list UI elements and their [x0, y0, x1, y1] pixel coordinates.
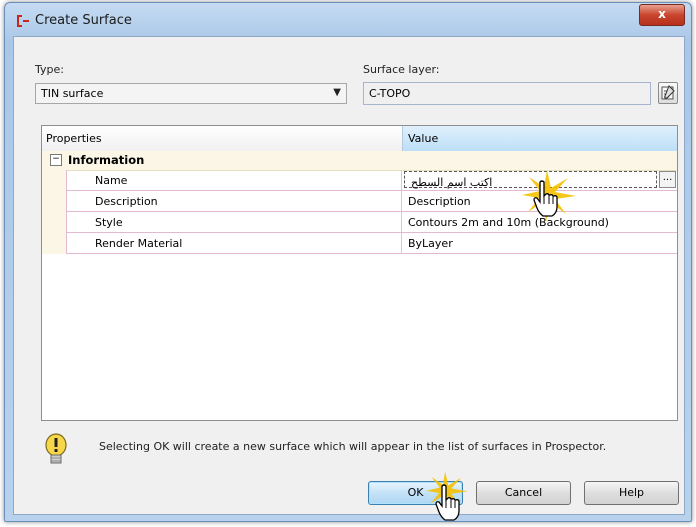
value-column-label: Value — [408, 132, 439, 145]
grid-header: Properties Value — [42, 126, 677, 152]
title-bar[interactable]: Create Surface x — [5, 3, 691, 37]
type-value: TIN surface — [41, 87, 104, 100]
property-value-cell[interactable]: Description — [402, 191, 677, 212]
property-value-cell[interactable]: Contours 2m and 10m (Background) — [402, 212, 677, 233]
help-button[interactable]: Help — [584, 481, 679, 505]
close-icon: x — [658, 7, 666, 21]
property-name-cell: Description — [66, 191, 402, 212]
properties-grid: Properties Value − Information Name اكتب… — [41, 125, 678, 421]
property-row-description[interactable]: Description Description — [42, 191, 677, 212]
property-name: Render Material — [95, 237, 183, 250]
category-information[interactable]: − Information — [42, 151, 677, 171]
ok-button[interactable]: OK — [368, 481, 463, 505]
dropdown-arrow-icon: ▼ — [333, 87, 341, 98]
type-dropdown[interactable]: TIN surface ▼ — [35, 83, 347, 104]
info-message: Selecting OK will create a new surface w… — [99, 440, 607, 453]
property-name-cell: Render Material — [66, 233, 402, 254]
property-value: Contours 2m and 10m (Background) — [408, 216, 609, 229]
property-name: Description — [95, 195, 158, 208]
civil-app-icon — [17, 15, 29, 27]
dialog-title: Create Surface — [35, 13, 132, 28]
property-name-cell: Name — [66, 170, 402, 191]
row-margin — [42, 191, 66, 212]
property-name: Name — [95, 174, 128, 187]
property-row-name[interactable]: Name اكتب اسم السطح ... — [42, 170, 677, 191]
property-row-render-material[interactable]: Render Material ByLayer — [42, 233, 677, 254]
property-row-style[interactable]: Style Contours 2m and 10m (Background) — [42, 212, 677, 233]
type-label: Type: — [35, 63, 64, 76]
create-surface-dialog: Create Surface x Type: TIN surface ▼ Sur… — [4, 2, 692, 522]
cancel-button[interactable]: Cancel — [476, 481, 571, 505]
surface-name-input[interactable]: اكتب اسم السطح — [404, 171, 657, 189]
property-value-cell[interactable]: ByLayer — [402, 233, 677, 254]
surface-layer-value: C-TOPO — [369, 87, 411, 100]
collapse-icon[interactable]: − — [50, 154, 62, 166]
layer-picker-icon — [661, 85, 675, 100]
surface-layer-label: Surface layer: — [363, 63, 440, 76]
surface-layer-field[interactable]: C-TOPO — [363, 82, 651, 105]
dialog-body: Type: TIN surface ▼ Surface layer: C-TOP… — [13, 36, 685, 515]
close-button[interactable]: x — [639, 4, 685, 26]
category-label: Information — [68, 153, 145, 167]
property-value-cell[interactable]: اكتب اسم السطح ... — [402, 170, 677, 191]
surface-name-value: اكتب اسم السطح — [411, 176, 493, 189]
properties-column-header[interactable]: Properties — [46, 132, 102, 145]
property-value: Description — [408, 195, 471, 208]
value-column-header[interactable]: Value — [402, 126, 677, 151]
layer-picker-button[interactable] — [658, 82, 678, 104]
ellipsis-button[interactable]: ... — [659, 171, 676, 188]
row-margin — [42, 212, 66, 233]
warning-bulb-icon — [45, 433, 67, 464]
row-margin — [42, 170, 66, 191]
property-name: Style — [95, 216, 123, 229]
row-margin — [42, 233, 66, 254]
property-value: ByLayer — [408, 237, 453, 250]
property-name-cell: Style — [66, 212, 402, 233]
